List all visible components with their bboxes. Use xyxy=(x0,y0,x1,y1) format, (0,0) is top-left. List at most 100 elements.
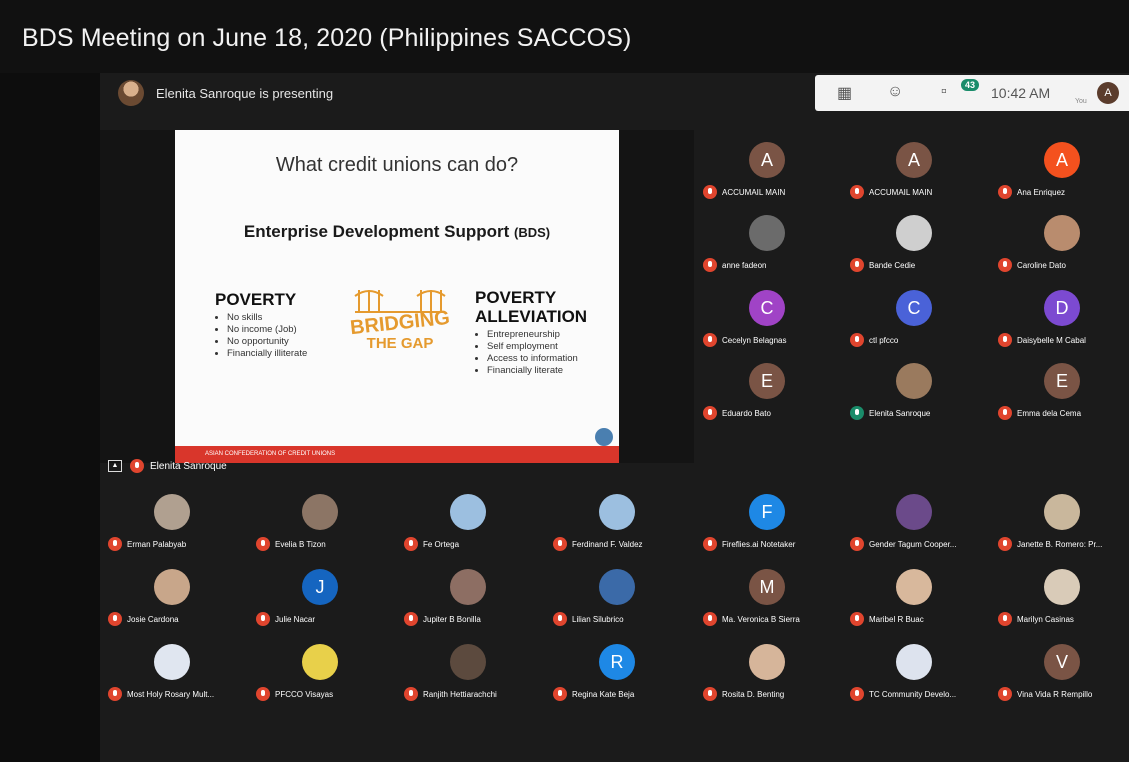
participant-tile[interactable]: TC Community Develo... xyxy=(842,634,986,709)
alleviation-heading-2: ALLEVIATION xyxy=(475,307,588,326)
participant-tile[interactable]: A ACCUMAIL MAIN xyxy=(842,132,986,204)
participant-name: Bande Cedie xyxy=(869,260,916,270)
participant-tile[interactable]: F Fireflies.ai Notetaker xyxy=(695,484,839,559)
participant-tile[interactable]: Elenita Sanroque xyxy=(842,353,986,425)
participant-photo xyxy=(896,494,932,530)
grid-icon[interactable]: ▦ xyxy=(837,83,852,103)
participant-tile[interactable]: Caroline Dato xyxy=(990,205,1129,277)
participant-tile[interactable]: Cctl pfcco xyxy=(842,280,986,352)
list-item: No income (Job) xyxy=(227,324,345,336)
participant-label: Elenita Sanroque xyxy=(850,406,986,420)
participant-tile[interactable]: Most Holy Rosary Mult... xyxy=(100,634,244,709)
globe-icon xyxy=(595,428,613,446)
bridging-the-gap-logo: BRIDGING THE GAP xyxy=(345,282,455,354)
participant-name: Eduardo Bato xyxy=(722,408,771,418)
participant-tile[interactable]: E Emma dela Cema xyxy=(990,353,1129,425)
participant-tile[interactable]: A ACCUMAIL MAIN xyxy=(695,132,839,204)
participant-label: Ana Enriquez xyxy=(998,185,1129,199)
participant-tile[interactable]: C Cecelyn Belagnas xyxy=(695,280,839,352)
participant-photo xyxy=(749,644,785,680)
participant-name: Most Holy Rosary Mult... xyxy=(127,689,215,699)
participant-tile[interactable]: Bande Cedie xyxy=(842,205,986,277)
user-avatar[interactable]: A xyxy=(1097,82,1119,104)
participant-tile[interactable]: M Ma. Veronica B Sierra xyxy=(695,559,839,634)
participant-tile[interactable]: Janette B. Romero: Pr... xyxy=(990,484,1129,559)
participant-photo xyxy=(154,569,190,605)
participant-photo xyxy=(896,363,932,399)
participant-label: Josie Cardona xyxy=(108,612,244,626)
participant-tile[interactable]: PFCCO Visayas xyxy=(248,634,392,709)
participant-label: Regina Kate Beja xyxy=(553,687,689,701)
participant-name: Regina Kate Beja xyxy=(572,689,635,699)
participant-tile[interactable]: Rosita D. Benting xyxy=(695,634,839,709)
participant-label: ACCUMAIL MAIN xyxy=(850,185,986,199)
participant-label: Gender Tagum Cooper... xyxy=(850,537,986,551)
participant-tile[interactable]: Ferdinand F. Valdez xyxy=(545,484,689,559)
participant-initial-avatar: A xyxy=(749,142,785,178)
participant-tile[interactable]: Maribel R Buac xyxy=(842,559,986,634)
participant-photo xyxy=(749,215,785,251)
participant-name: PFCCO Visayas xyxy=(275,689,334,699)
participant-label: Daisybelle M Cabal xyxy=(998,333,1129,347)
participant-tile[interactable]: J Julie Nacar xyxy=(248,559,392,634)
participant-tile[interactable]: Fe Ortega xyxy=(396,484,540,559)
screen-share-icon[interactable]: ▲ xyxy=(108,460,122,472)
participant-name: Daisybelle M Cabal xyxy=(1017,335,1086,345)
slide-subtitle: Enterprise Development Support (BDS) xyxy=(175,222,619,242)
participant-name: Josie Cardona xyxy=(127,614,179,624)
mic-muted-icon xyxy=(850,537,864,551)
participant-name: Rosita D. Benting xyxy=(722,689,785,699)
participant-name: Ana Enriquez xyxy=(1017,187,1066,197)
participant-tile[interactable]: V Vina Vida R Rempillo xyxy=(990,634,1129,709)
alleviation-heading-1: POVERTY xyxy=(475,288,557,307)
mic-muted-icon xyxy=(256,612,270,626)
alleviation-column: POVERTY ALLEVIATION Entrepreneurship Sel… xyxy=(475,288,615,377)
mic-muted-icon xyxy=(256,537,270,551)
mic-muted-icon xyxy=(703,612,717,626)
participant-label: Erman Palabyab xyxy=(108,537,244,551)
participant-photo xyxy=(450,494,486,530)
participant-tile[interactable]: A Ana Enriquez xyxy=(990,132,1129,204)
mic-muted-icon xyxy=(850,258,864,272)
shared-slide: What credit unions can do? Enterprise De… xyxy=(175,130,619,463)
the-gap-text: THE GAP xyxy=(366,335,434,352)
participant-label: Bande Cedie xyxy=(850,258,986,272)
participant-tile[interactable]: D Daisybelle M Cabal xyxy=(990,280,1129,352)
participant-name: Gender Tagum Cooper... xyxy=(869,539,957,549)
participant-name: Emma dela Cema xyxy=(1017,408,1082,418)
participant-tile[interactable]: Evelia B Tizon xyxy=(248,484,392,559)
participant-tile[interactable]: Erman Palabyab xyxy=(100,484,244,559)
poverty-list: No skills No income (Job) No opportunity… xyxy=(215,312,345,360)
participant-tile[interactable]: Jupiter B Bonilla xyxy=(396,559,540,634)
participant-initial-avatar: A xyxy=(896,142,932,178)
participant-tile[interactable]: Gender Tagum Cooper... xyxy=(842,484,986,559)
mic-muted-icon xyxy=(553,537,567,551)
participant-photo xyxy=(154,644,190,680)
participant-label: Maribel R Buac xyxy=(850,612,986,626)
participant-tile[interactable]: Ranjith Hettiarachchi xyxy=(396,634,540,709)
mic-muted-icon xyxy=(998,537,1012,551)
participant-initial-avatar: E xyxy=(749,363,785,399)
participant-name: ACCUMAIL MAIN xyxy=(869,187,933,197)
mic-muted-icon xyxy=(553,612,567,626)
mic-muted-icon xyxy=(404,687,418,701)
participant-tile[interactable]: Marilyn Casinas xyxy=(990,559,1129,634)
participant-tile[interactable]: anne fadeon xyxy=(695,205,839,277)
participant-label: Most Holy Rosary Mult... xyxy=(108,687,244,701)
participant-tile[interactable]: E Eduardo Bato xyxy=(695,353,839,425)
participant-name: Elenita Sanroque xyxy=(869,408,931,418)
list-item: Access to information xyxy=(487,353,615,365)
participant-photo xyxy=(896,644,932,680)
participant-tile[interactable]: Josie Cardona xyxy=(100,559,244,634)
mic-muted-icon xyxy=(998,185,1012,199)
mic-muted-icon xyxy=(998,333,1012,347)
mic-muted-icon xyxy=(404,537,418,551)
people-icon[interactable]: ☺ xyxy=(887,83,903,101)
chat-icon[interactable]: ▫ xyxy=(941,83,947,101)
mic-muted-icon xyxy=(703,537,717,551)
participant-tile[interactable]: R Regina Kate Beja xyxy=(545,634,689,709)
participant-label: Fireflies.ai Notetaker xyxy=(703,537,839,551)
participant-tile[interactable]: Lilian Silubrico xyxy=(545,559,689,634)
participant-label: Cecelyn Belagnas xyxy=(703,333,839,347)
participant-initial-avatar: C xyxy=(896,290,932,326)
